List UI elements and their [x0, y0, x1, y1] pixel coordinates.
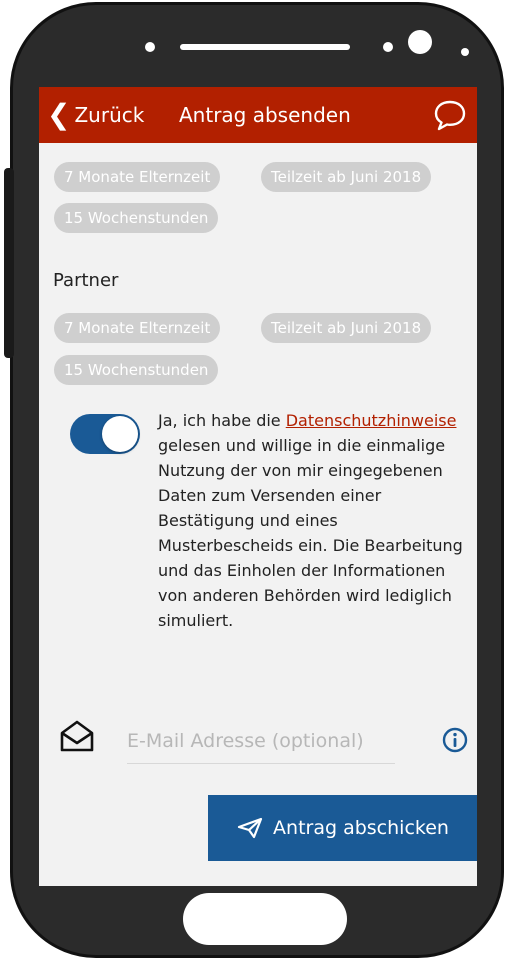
toggle-knob [102, 416, 138, 452]
page-title: Antrag absenden [179, 103, 351, 127]
partner-chip-teilzeit: Teilzeit ab Juni 2018 [261, 313, 432, 343]
privacy-link[interactable]: Datenschutzhinweise [286, 411, 457, 430]
paper-plane-icon [237, 817, 263, 839]
speech-bubble-icon[interactable] [433, 99, 467, 131]
consent-text-end: gelesen und willige in die einmalige Nut… [158, 436, 463, 630]
email-input[interactable] [127, 719, 395, 764]
sensor-dot [383, 42, 393, 52]
consent-toggle[interactable] [70, 414, 140, 454]
side-button [4, 168, 14, 358]
app-header: ❮ Zurück Antrag absenden [39, 87, 477, 143]
applicant-chip-elternzeit: 7 Monate Elternzeit [54, 162, 221, 192]
back-button[interactable]: ❮ Zurück [47, 87, 144, 143]
applicant-chip-teilzeit: Teilzeit ab Juni 2018 [261, 162, 432, 192]
home-button[interactable] [183, 893, 347, 945]
submit-label: Antrag abschicken [273, 817, 449, 839]
submit-button[interactable]: Antrag abschicken [208, 795, 477, 861]
front-camera [408, 30, 432, 54]
back-label: Zurück [74, 103, 145, 127]
info-icon[interactable] [442, 727, 468, 753]
consent-text: Ja, ich habe die Datenschutzhinweise gel… [158, 408, 470, 633]
app-screen: ❮ Zurück Antrag absenden 7 Monate Eltern… [39, 87, 477, 886]
partner-label: Partner [53, 270, 119, 291]
consent-text-start: Ja, ich habe die [158, 411, 286, 430]
applicant-chip-wochenstunden: 15 Wochenstunden [54, 203, 219, 233]
sensor-dot-small [461, 48, 469, 56]
camera-dot [145, 42, 155, 52]
chevron-left-icon: ❮ [47, 98, 71, 131]
partner-chip-wochenstunden: 15 Wochenstunden [54, 355, 219, 385]
speaker-grille [180, 44, 350, 50]
partner-chip-elternzeit: 7 Monate Elternzeit [54, 313, 221, 343]
envelope-icon [60, 720, 94, 752]
